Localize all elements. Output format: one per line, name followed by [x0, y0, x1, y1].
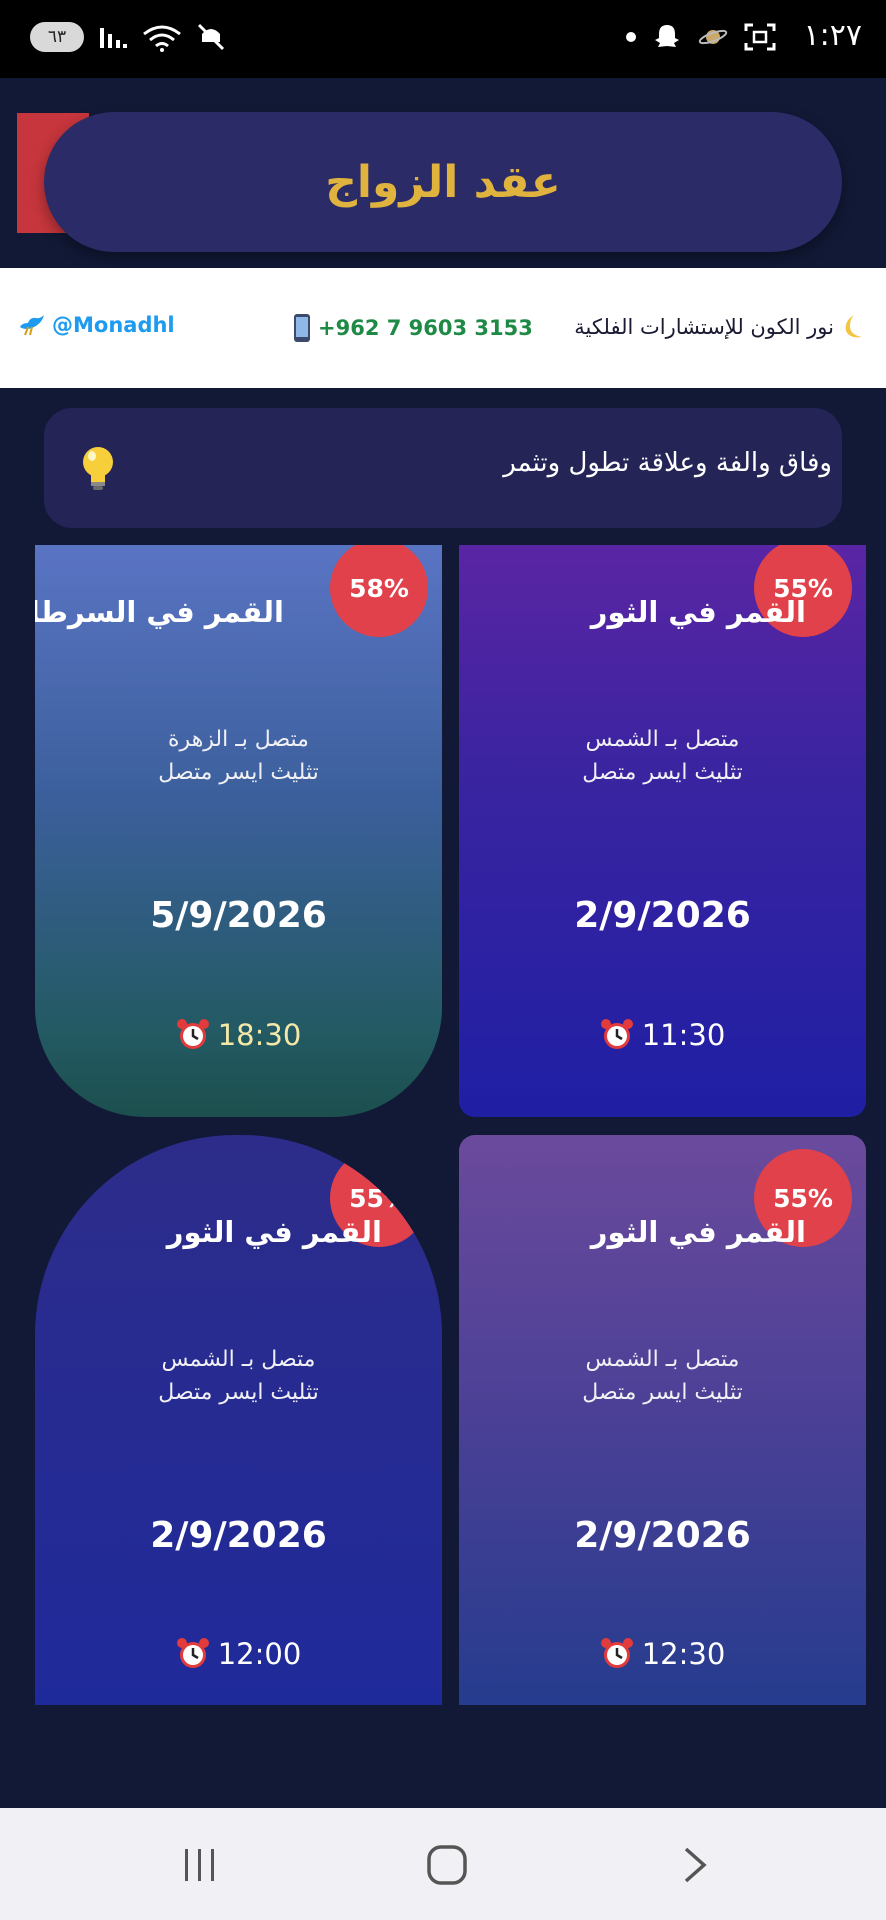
brand-label: نور الكون للإستشارات الفلكية	[574, 313, 866, 341]
snapchat-icon	[655, 25, 679, 47]
card-title: القمر في السرطان	[35, 595, 284, 629]
card-date: 5/9/2026	[150, 895, 327, 936]
home-icon	[427, 1845, 467, 1885]
percent-badge: 58%	[330, 545, 428, 637]
moon-card[interactable]: 55% القمر في الثور متصل بـ الشمس تثليث ا…	[459, 545, 866, 1117]
card-aspect-line: متصل بـ الشمس	[585, 727, 740, 752]
status-left-icons: ٦٣	[30, 22, 226, 52]
alarm-clock-icon	[600, 1638, 633, 1668]
card-title: القمر في الثور	[590, 1215, 806, 1249]
twitter-handle: @Monadhl	[52, 313, 175, 337]
card-aspect-line: متصل بـ الشمس	[161, 1347, 316, 1372]
card-time: 12:30	[641, 1637, 726, 1671]
card-description: متصل بـ الشمس تثليث ايسر متصل	[35, 1343, 442, 1409]
chevron-right-icon	[684, 1847, 707, 1883]
alarm-clock-icon	[600, 1019, 633, 1049]
status-bar: ٦٣ ١:٢٧	[0, 0, 886, 78]
screenshot-icon	[744, 23, 776, 51]
signal-icon	[100, 28, 127, 48]
card-time: 11:30	[641, 1018, 726, 1052]
card-aspect-type: تثليث ايسر متصل	[582, 1380, 743, 1405]
brand-name: نور الكون للإستشارات الفلكية	[574, 315, 834, 339]
card-aspect-line: متصل بـ الشمس	[585, 1347, 740, 1372]
moon-card[interactable]: 58% القمر في السرطان متصل بـ الزهرة تثلي…	[35, 545, 442, 1117]
page-title-pill: عقد الزواج	[44, 112, 842, 252]
status-right-icons	[626, 22, 776, 52]
status-time: ١:٢٧	[803, 18, 862, 53]
info-strip: @Monadhl +962 7 9603 3153 نور الكون للإس…	[0, 268, 886, 388]
card-aspect-type: تثليث ايسر متصل	[158, 760, 319, 785]
card-time-row: 12:00	[35, 1637, 442, 1671]
card-date: 2/9/2026	[574, 895, 751, 936]
card-date: 2/9/2026	[150, 1515, 327, 1556]
card-description: متصل بـ الزهرة تثليث ايسر متصل	[35, 723, 442, 789]
twitter-link[interactable]: @Monadhl	[18, 313, 175, 337]
card-aspect-type: تثليث ايسر متصل	[158, 1380, 319, 1405]
card-time-row: 18:30	[35, 1018, 442, 1052]
lightbulb-icon	[83, 447, 113, 490]
card-time-row: 12:30	[459, 1637, 866, 1671]
card-description: متصل بـ الشمس تثليث ايسر متصل	[459, 1343, 866, 1409]
wifi-icon	[143, 25, 181, 52]
bird-icon	[20, 315, 44, 336]
phone-link[interactable]: +962 7 9603 3153	[292, 313, 533, 343]
mute-icon	[197, 23, 225, 51]
card-title: القمر في الثور	[590, 595, 806, 629]
phone-number: +962 7 9603 3153	[318, 316, 533, 340]
battery-indicator: ٦٣	[30, 22, 84, 52]
system-nav-bar	[0, 1808, 886, 1920]
tip-box: وفاق والفة وعلاقة تطول وتثمر	[44, 408, 842, 528]
card-date: 2/9/2026	[574, 1515, 751, 1556]
moon-card[interactable]: 55% القمر في الثور متصل بـ الشمس تثليث ا…	[35, 1135, 442, 1705]
back-button[interactable]	[665, 1838, 725, 1892]
home-button[interactable]	[417, 1838, 477, 1892]
mobile-phone-icon	[294, 314, 310, 342]
card-description: متصل بـ الشمس تثليث ايسر متصل	[459, 723, 866, 789]
planet-icon	[698, 29, 728, 45]
moon-card[interactable]: 55% القمر في الثور متصل بـ الشمس تثليث ا…	[459, 1135, 866, 1705]
page-title: عقد الزواج	[325, 156, 561, 208]
card-aspect-line: متصل بـ الزهرة	[168, 727, 309, 752]
card-time: 12:00	[217, 1637, 302, 1671]
alarm-clock-icon	[176, 1638, 209, 1668]
alarm-clock-icon	[176, 1019, 209, 1049]
recent-apps-icon	[185, 1849, 214, 1881]
card-title: القمر في الثور	[166, 1215, 382, 1249]
recent-apps-button[interactable]	[170, 1838, 230, 1892]
card-time: 18:30	[217, 1018, 302, 1052]
tip-text: وفاق والفة وعلاقة تطول وتثمر	[503, 448, 832, 478]
crescent-moon-icon	[845, 315, 862, 338]
card-time-row: 11:30	[459, 1018, 866, 1052]
notification-dot-icon	[626, 32, 636, 42]
card-aspect-type: تثليث ايسر متصل	[582, 760, 743, 785]
